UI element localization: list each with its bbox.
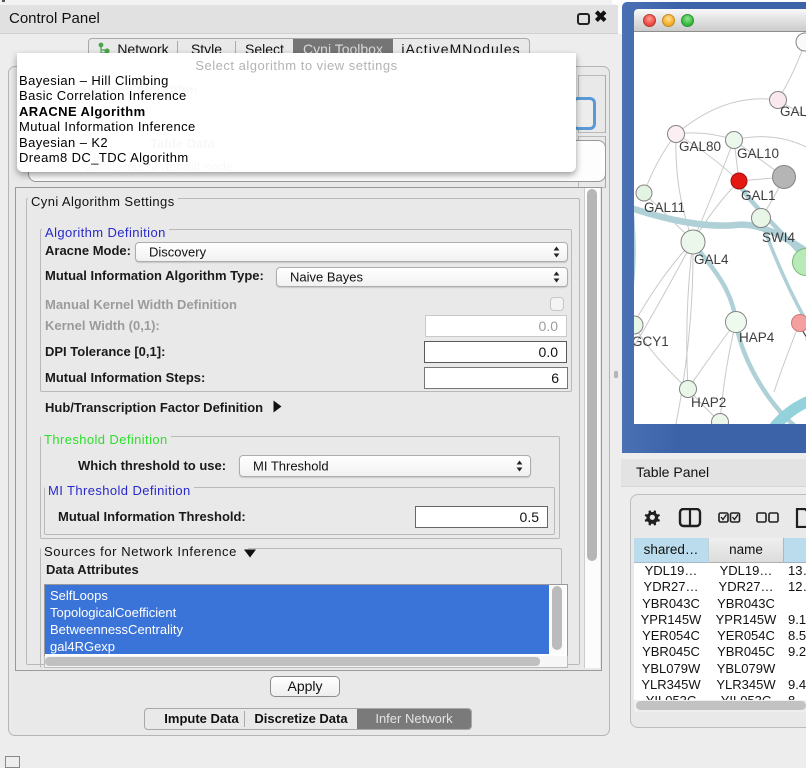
- svg-text:SWI4: SWI4: [762, 230, 795, 245]
- svg-text:Y: Y: [802, 329, 806, 344]
- svg-text:GAL1: GAL1: [741, 188, 776, 203]
- svg-text:GCY1: GCY1: [634, 334, 669, 349]
- svg-text:HAP2: HAP2: [691, 395, 726, 410]
- svg-text:GAL4: GAL4: [694, 252, 729, 267]
- svg-text:HAP4: HAP4: [739, 330, 775, 345]
- svg-text:GAL80: GAL80: [679, 139, 721, 154]
- svg-text:GAL10: GAL10: [737, 146, 779, 161]
- svg-text:GAL11: GAL11: [644, 200, 685, 215]
- svg-text:GAL2: GAL2: [780, 104, 806, 119]
